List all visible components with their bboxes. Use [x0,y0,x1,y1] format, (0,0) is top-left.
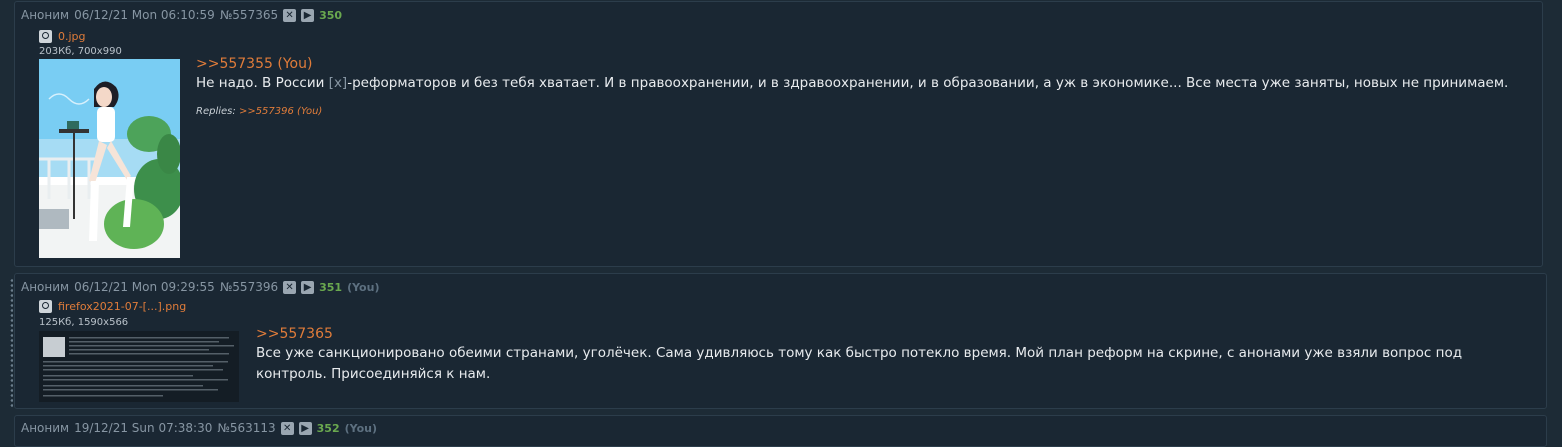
post-id[interactable]: №563113 [217,421,275,435]
spoiler-text[interactable]: [x] [329,75,348,91]
image-illustration [39,59,180,258]
post: Аноним 19/12/21 Sun 07:38:30 №563113 ✕ ▶… [14,415,1547,447]
close-box-icon[interactable]: ✕ [283,280,297,294]
close-box-icon[interactable]: ✕ [283,8,297,22]
post-body: >>557355 (You) Не надо. В России [x]-реф… [196,56,1526,117]
file-name-link[interactable]: firefox2021-07-[...].png [58,300,186,313]
file-meta: 125Кб, 1590x566 [39,317,129,328]
replies: Replies: >>557396 (You) [196,106,1526,117]
post-text: Не надо. В России [x]-реформаторов и без… [196,73,1526,94]
post-body: >>557365 Все уже санкционировано обеими … [256,326,1531,385]
you-marker: (You) [344,421,378,435]
thread-line [10,278,13,408]
post-header: Аноним 06/12/21 Mon 06:10:59 №557365 ✕ ▶… [21,8,342,22]
magnifier-icon[interactable] [39,300,52,313]
post-header: Аноним 19/12/21 Sun 07:38:30 №563113 ✕ ▶… [21,421,377,435]
play-box-icon[interactable]: ▶ [301,280,315,294]
post-text-start: Не надо. В России [196,75,329,91]
author-name: Аноним [21,280,70,294]
post-text: Все уже санкционировано обеими странами,… [256,345,1463,382]
post: Аноним 06/12/21 Mon 09:29:55 №557396 ✕ ▶… [14,273,1547,409]
reply-to-link[interactable]: >>557355 (You) [196,56,1526,72]
file-info: 0.jpg [39,30,86,43]
post-image[interactable] [39,331,239,402]
you-marker: (You) [347,280,380,294]
post-date: 06/12/21 Mon 06:10:59 [74,8,215,22]
close-box-icon[interactable]: ✕ [280,421,294,435]
post-number: 351 [319,280,343,294]
post: Аноним 06/12/21 Mon 06:10:59 №557365 ✕ ▶… [14,1,1543,267]
play-box-icon[interactable]: ▶ [298,421,312,435]
play-box-icon[interactable]: ▶ [301,8,315,22]
post-text-end: -реформаторов и без тебя хватает. И в пр… [347,75,1509,91]
file-info: firefox2021-07-[...].png [39,300,186,313]
author-name: Аноним [21,8,70,22]
post-id[interactable]: №557396 [220,280,278,294]
file-name-link[interactable]: 0.jpg [58,30,86,43]
screenshot-thumbnail [39,331,239,402]
post-date: 19/12/21 Sun 07:38:30 [74,421,213,435]
magnifier-icon[interactable] [39,30,52,43]
post-image[interactable] [39,59,180,258]
reply-to-link[interactable]: >>557365 [256,326,1531,342]
post-number: 352 [316,421,340,435]
post-number: 350 [319,8,343,22]
post-date: 06/12/21 Mon 09:29:55 [74,280,215,294]
author-name: Аноним [21,421,70,435]
post-header: Аноним 06/12/21 Mon 09:29:55 №557396 ✕ ▶… [21,280,379,294]
reply-link[interactable]: >>557396 (You) [239,106,322,117]
file-meta: 203Кб, 700x990 [39,46,122,57]
replies-label: Replies: [196,106,236,117]
post-id[interactable]: №557365 [220,8,278,22]
